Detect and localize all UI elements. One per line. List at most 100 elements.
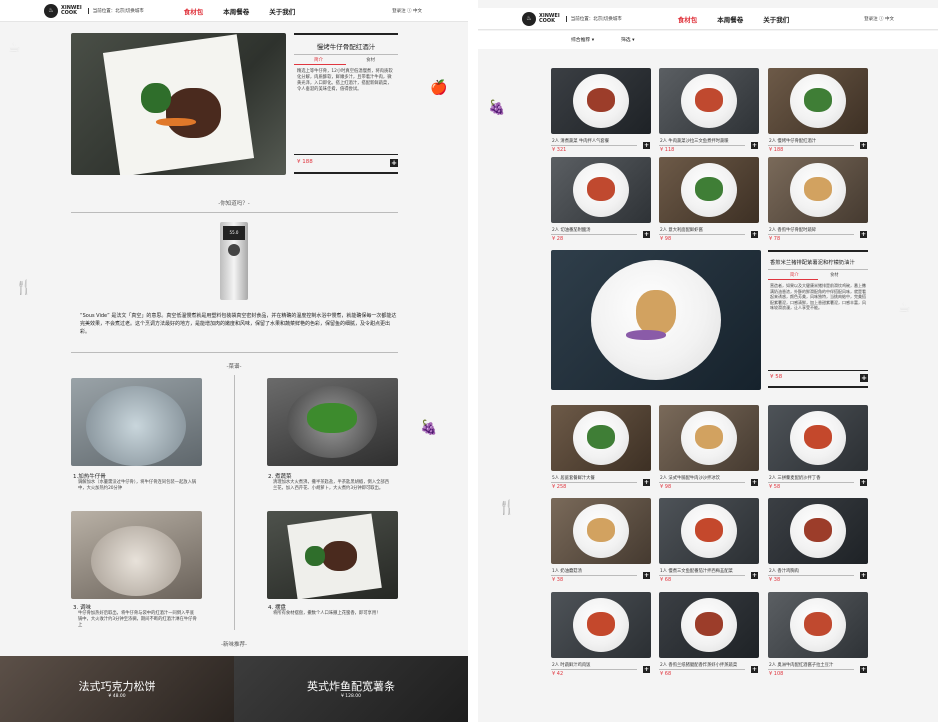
product-card-photo[interactable] <box>551 157 651 223</box>
product-card-photo[interactable] <box>768 498 868 564</box>
nav-about-us[interactable]: 关于我们 <box>763 14 789 24</box>
product-card-price: ¥ 98 <box>660 236 672 242</box>
product-card-price: ¥ 68 <box>660 577 672 583</box>
step3-desc: 牛仔骨加热好后取出，将牛仔骨与袋中的红酒汁一同倒入平底锅中，大火收汁约3分钟至浓… <box>78 611 197 628</box>
add-to-cart-button[interactable]: + <box>643 479 650 486</box>
steps-divider <box>234 375 235 630</box>
product-info-card: 慢烤牛仔骨配红酒汁 简介 食材 精选上等牛仔骨，12小时真空低温慢煮，将肉质软化… <box>294 33 398 175</box>
add-to-cart-button[interactable]: + <box>751 479 758 486</box>
add-to-cart-button[interactable]: + <box>751 231 758 238</box>
step1-desc: 调解加水（水量需没过牛仔骨），将牛仔骨连同包装一起放入锅中，大火加热约20分钟 <box>78 480 197 491</box>
product-card-price: ¥ 58 <box>769 484 781 490</box>
beef-rib <box>166 88 221 138</box>
add-to-cart-button[interactable]: + <box>860 142 867 149</box>
product-card-price: ¥ 118 <box>660 147 675 153</box>
watermark-icon: 🍴 <box>15 280 33 296</box>
filter-bar: 综合推荐 ▾ 筛选 ▾ <box>478 31 938 49</box>
product-card-photo[interactable] <box>551 592 651 658</box>
product-card-caption: 2人 三拼藜麦配奶沙拌丁香 <box>769 476 821 481</box>
add-to-cart-button[interactable]: + <box>643 231 650 238</box>
watermark-icon: 🍴 <box>498 500 516 516</box>
product-card-photo[interactable] <box>551 498 651 564</box>
featured-photo <box>551 250 761 390</box>
product-photo <box>71 33 286 175</box>
did-you-know-title: -你知道吗？- <box>218 201 250 207</box>
product-card-photo[interactable] <box>659 68 759 134</box>
nav-about-us[interactable]: 关于我们 <box>269 6 295 16</box>
product-card-caption: 2人 香煎兰纸猪腿配香炸蒸虾小拌蒸蔬菜 <box>660 663 738 668</box>
product-card-price: ¥ 321 <box>552 147 567 153</box>
sort-dropdown[interactable]: 综合推荐 ▾ <box>571 36 594 43</box>
tab-intro[interactable]: 简介 <box>790 272 799 278</box>
recommend-banner-fish-chips[interactable]: 英式炸鱼配宽薯条 ¥ 128.00 <box>234 656 468 722</box>
sous-vide-text: “Sous Vide” 是法文「真空」的意思。真空低温慢煮就是用塑料包装袋真空密… <box>80 313 397 335</box>
tab-ingredients[interactable]: 食材 <box>366 57 375 63</box>
step3-title: 3. 调味 <box>73 605 92 611</box>
product-card-price: ¥ 68 <box>660 671 672 677</box>
add-to-cart-button[interactable]: + <box>643 666 650 673</box>
step4-desc: 将所有食材摆盘，撒数个人口味撒上花蜜香，即可享用！ <box>273 611 381 616</box>
recommend-banner-waffle[interactable]: 法式巧克力松饼 ¥ 48.00 <box>0 656 234 722</box>
nav-ingredient-pack[interactable]: 食材包 <box>184 6 204 16</box>
product-card-caption: 2人 法式牛腩配牛肉沙沙拌冰饮 <box>660 476 720 481</box>
add-to-cart-button[interactable]: + <box>860 572 867 579</box>
broccoli <box>307 403 357 433</box>
nav-weekly-menu[interactable]: 本周餐卷 <box>223 6 249 16</box>
recipe-title: -菜谱- <box>226 364 242 370</box>
product-card-photo[interactable] <box>768 592 868 658</box>
location-selector[interactable]: 当前位置：北京|切换城市 <box>565 15 622 22</box>
tab-ingredients[interactable]: 食材 <box>830 272 839 278</box>
product-card-photo[interactable] <box>768 405 868 471</box>
device-dial-icon <box>228 244 240 256</box>
recommend-title: -新味推荐- <box>221 642 247 648</box>
step4-title: 4. 摆盘 <box>268 605 287 611</box>
add-to-cart-button[interactable]: + <box>643 142 650 149</box>
add-to-cart-button[interactable]: + <box>751 572 758 579</box>
product-card-caption: 2人 香煎牛仔骨配时蔬碎 <box>769 228 817 233</box>
add-to-cart-button[interactable]: + <box>390 159 398 167</box>
product-card-photo[interactable] <box>768 68 868 134</box>
main-nav: 食材包 本周餐卷 关于我们 <box>184 6 296 16</box>
brand-logo[interactable]: ♨ XINWEI COOK <box>522 11 560 26</box>
nav-ingredient-pack[interactable]: 食材包 <box>678 14 698 24</box>
add-to-cart-button[interactable]: + <box>751 142 758 149</box>
add-to-cart-button[interactable]: + <box>751 666 758 673</box>
add-to-cart-button[interactable]: + <box>860 374 868 382</box>
page-gap <box>468 0 478 722</box>
product-description: 精选上等牛仔骨，12小时真空低温慢煮，将肉质软化分解，肉质酥软，鲜嫩多汁，且带着… <box>297 69 393 92</box>
product-price: ¥ 188 <box>297 159 313 165</box>
step4-photo <box>267 511 398 599</box>
product-card-photo[interactable] <box>659 498 759 564</box>
product-detail-page: ☕ 🍎 🍴 🍇 ♨ XINWEI COOK 当前位置：北京|切换城市 食材包 本周… <box>0 0 468 722</box>
product-card-photo[interactable] <box>659 592 759 658</box>
product-card-photo[interactable] <box>551 68 651 134</box>
product-card-price: ¥ 98 <box>660 484 672 490</box>
add-to-cart-button[interactable]: + <box>860 479 867 486</box>
add-to-cart-button[interactable]: + <box>860 666 867 673</box>
location-selector[interactable]: 当前位置：北京|切换城市 <box>87 7 144 14</box>
product-card-price: ¥ 38 <box>769 577 781 583</box>
filter-dropdown[interactable]: 筛选 ▾ <box>621 36 635 43</box>
watermark-icon: ☕ <box>898 300 911 316</box>
featured-info-card: 香煎米兰猪排配紫薯泥和柠檬奶油汁 简介 食材 营造者，如果以及大健康米猪排是前滑… <box>768 250 868 390</box>
brand-logo[interactable]: ♨ XINWEI COOK <box>44 3 82 18</box>
login-language[interactable]: 登录注 ⓘ 中文 <box>864 16 894 22</box>
nav-weekly-menu[interactable]: 本周餐卷 <box>717 14 743 24</box>
featured-title: 香煎米兰猪排配紫薯泥和柠檬奶油汁 <box>770 260 855 266</box>
product-card-photo[interactable] <box>659 157 759 223</box>
top-header: ♨ XINWEI COOK 当前位置：北京|切换城市 食材包 本周餐卷 关于我们 … <box>478 8 938 30</box>
login-language[interactable]: 登录注 ⓘ 中文 <box>392 8 422 14</box>
product-card-caption: 2人 牛肉蔬菜沙拉三文鱼煮拌时蔬暖 <box>660 139 729 144</box>
product-card-photo[interactable] <box>659 405 759 471</box>
product-card-photo[interactable] <box>768 157 868 223</box>
add-to-cart-button[interactable]: + <box>643 572 650 579</box>
product-card-price: ¥ 258 <box>552 484 567 490</box>
add-to-cart-button[interactable]: + <box>860 231 867 238</box>
step1-title: 1.加热牛仔骨 <box>73 474 106 480</box>
sous-vide-device: 55.0 <box>220 222 248 300</box>
top-header: ♨ XINWEI COOK 当前位置：北京|切换城市 食材包 本周餐卷 关于我们 … <box>0 0 468 22</box>
product-card-price: ¥ 188 <box>769 147 784 153</box>
tab-intro[interactable]: 简介 <box>314 57 323 63</box>
main-nav: 食材包 本周餐卷 关于我们 <box>678 14 790 24</box>
product-card-photo[interactable] <box>551 405 651 471</box>
